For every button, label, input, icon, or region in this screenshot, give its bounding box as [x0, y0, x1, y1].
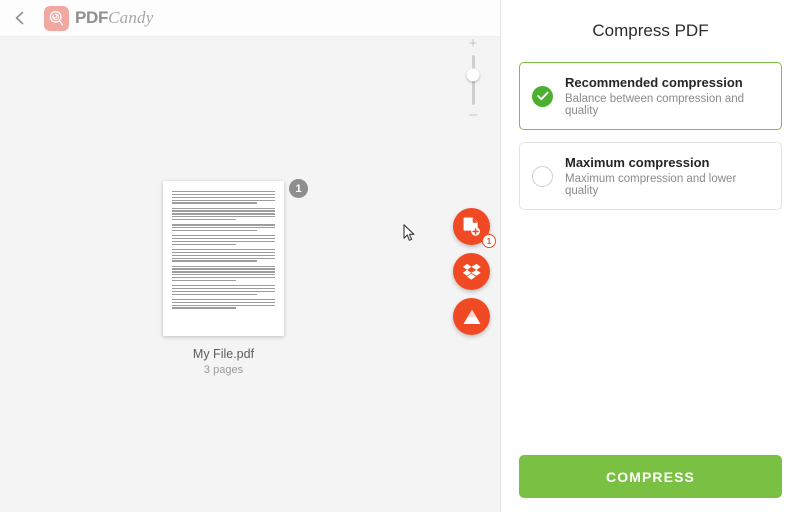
file-plus-icon	[463, 217, 480, 236]
top-bar: PDF Candy	[0, 0, 500, 37]
compress-button[interactable]: COMPRESS	[519, 455, 782, 498]
lollipop-icon	[44, 5, 69, 31]
option-maximum-compression[interactable]: Maximum compression Maximum compression …	[519, 142, 782, 210]
radio-empty-icon	[532, 165, 553, 187]
workspace-panel: PDF Candy + – 1 My File.pdf 3 pages 1	[0, 0, 501, 512]
upload-actions: 1	[453, 208, 496, 335]
logo-wordmark: PDF Candy	[75, 8, 154, 28]
thumbnail-paragraph	[172, 248, 275, 262]
thumbnail-paragraph	[172, 298, 275, 309]
thumbnail-paragraph	[172, 224, 275, 232]
option-subtitle: Balance between compression and quality	[565, 93, 745, 117]
file-name-label: My File.pdf	[192, 347, 255, 361]
app-root: PDF Candy + – 1 My File.pdf 3 pages 1 Co…	[0, 0, 800, 512]
chevron-left-icon	[15, 11, 24, 25]
logo-text-pdf: PDF	[75, 8, 109, 27]
zoom-slider-handle[interactable]	[466, 68, 480, 82]
check-circle-icon	[532, 85, 553, 107]
back-button[interactable]	[0, 0, 40, 37]
zoom-slider[interactable]: + –	[461, 36, 485, 126]
page-thumbnail-content	[172, 191, 275, 326]
page-thumbnail[interactable]	[163, 181, 284, 336]
thumbnail-paragraph	[172, 207, 275, 221]
option-text: Recommended compression Balance between …	[565, 75, 771, 117]
option-subtitle: Maximum compression and lower quality	[565, 173, 737, 197]
option-text: Maximum compression Maximum compression …	[565, 155, 771, 197]
mouse-cursor	[403, 224, 416, 248]
dropbox-button[interactable]	[453, 253, 490, 290]
option-title: Recommended compression	[565, 75, 743, 90]
google-drive-button[interactable]	[453, 298, 490, 335]
option-title: Maximum compression	[565, 155, 710, 170]
mouse-pointer-icon	[403, 224, 415, 241]
options-panel: Compress PDF Recommended compression Bal…	[501, 0, 800, 512]
app-logo[interactable]: PDF Candy	[44, 5, 154, 31]
zoom-out-button[interactable]: –	[466, 107, 480, 122]
zoom-slider-track[interactable]	[466, 55, 480, 105]
dropbox-icon	[462, 263, 481, 280]
logo-text-candy: Candy	[108, 8, 154, 27]
thumbnail-paragraph	[172, 285, 275, 295]
file-card[interactable]: 1 My File.pdf 3 pages	[163, 179, 308, 376]
thumbnail-paragraph	[172, 265, 275, 282]
option-recommended-compression[interactable]: Recommended compression Balance between …	[519, 62, 782, 130]
page-number-badge: 1	[289, 179, 308, 198]
thumbnail-paragraph	[172, 235, 275, 245]
add-file-button[interactable]: 1	[453, 208, 496, 248]
zoom-in-button[interactable]: +	[466, 36, 480, 51]
add-file-count-badge: 1	[482, 234, 496, 248]
google-drive-icon	[462, 309, 481, 324]
file-pages-label: 3 pages	[203, 364, 244, 376]
compression-options: Recommended compression Balance between …	[501, 62, 800, 210]
thumbnail-paragraph	[172, 191, 275, 204]
page-title: Compress PDF	[592, 21, 709, 40]
